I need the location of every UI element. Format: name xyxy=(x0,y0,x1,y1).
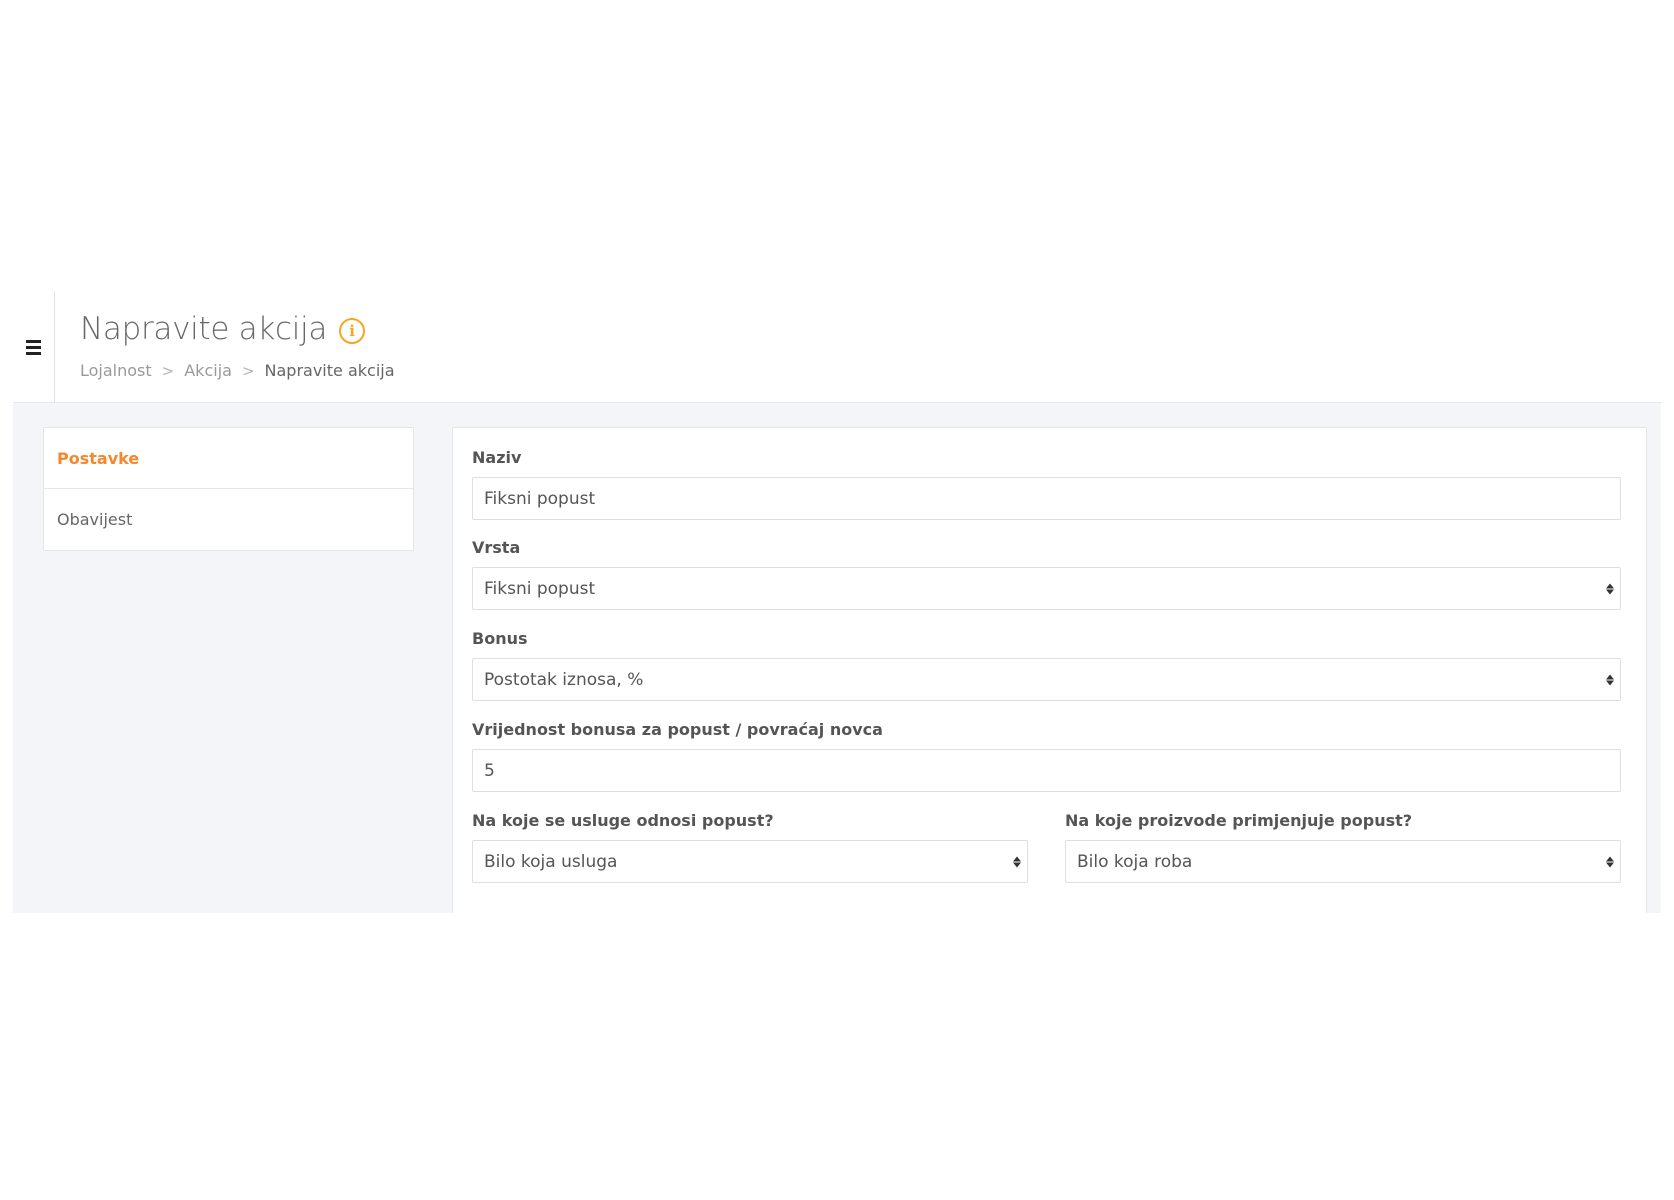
page-title: Napravite akcija xyxy=(80,311,328,347)
vrsta-value: Fiksni popust xyxy=(484,578,596,599)
hamburger-icon xyxy=(26,339,41,355)
sort-arrows-icon xyxy=(1606,674,1614,685)
usluge-select[interactable]: Bilo koja usluga xyxy=(472,840,1028,883)
menu-toggle-button[interactable] xyxy=(13,291,55,403)
proizvodi-label: Na koje proizvode primjenjuje popust? xyxy=(1065,811,1413,830)
sidebar-item-label: Postavke xyxy=(57,448,140,468)
bonus-select[interactable]: Postotak iznosa, % xyxy=(472,658,1621,701)
breadcrumb-item-lojalnost[interactable]: Lojalnost xyxy=(80,361,152,380)
proizvodi-value: Bilo koja roba xyxy=(1077,851,1193,872)
sidebar-item-label: Obavijest xyxy=(57,510,133,529)
proizvodi-field-group: Na koje proizvode primjenjuje popust? Bi… xyxy=(1065,811,1621,883)
bonus-value: Postotak iznosa, % xyxy=(484,669,644,690)
title-row: Napravite akcija i xyxy=(80,311,366,347)
breadcrumb-item-current: Napravite akcija xyxy=(264,361,395,380)
promotion-form: Naziv Fiksni popust Vrsta Fiksni popust … xyxy=(452,427,1647,913)
vrsta-field-group: Vrsta Fiksni popust xyxy=(472,538,1621,610)
sort-arrows-icon xyxy=(1606,856,1614,867)
sidebar-item-obavijest[interactable]: Obavijest xyxy=(44,489,413,550)
sort-arrows-icon xyxy=(1606,583,1614,594)
naziv-field-group: Naziv Fiksni popust xyxy=(472,448,1621,520)
info-icon[interactable]: i xyxy=(339,318,366,344)
vrijednost-input[interactable]: 5 xyxy=(472,749,1621,792)
naziv-label: Naziv xyxy=(472,448,522,467)
app-container: Napravite akcija i Lojalnost > Akcija > … xyxy=(13,291,1661,913)
proizvodi-select[interactable]: Bilo koja roba xyxy=(1065,840,1621,883)
bonus-field-group: Bonus Postotak iznosa, % xyxy=(472,629,1621,701)
page-header: Napravite akcija i Lojalnost > Akcija > … xyxy=(13,291,1661,403)
vrijednost-field-group: Vrijednost bonusa za popust / povraćaj n… xyxy=(472,720,1621,792)
usluge-field-group: Na koje se usluge odnosi popust? Bilo ko… xyxy=(472,811,1028,883)
settings-sidebar: Postavke Obavijest xyxy=(43,427,414,551)
usluge-label: Na koje se usluge odnosi popust? xyxy=(472,811,774,830)
vrijednost-value: 5 xyxy=(484,760,495,781)
sidebar-item-postavke[interactable]: Postavke xyxy=(44,428,413,489)
sort-arrows-icon xyxy=(1013,856,1021,867)
breadcrumb: Lojalnost > Akcija > Napravite akcija xyxy=(80,361,395,380)
vrijednost-label: Vrijednost bonusa za popust / povraćaj n… xyxy=(472,720,883,739)
vrsta-label: Vrsta xyxy=(472,538,521,557)
usluge-value: Bilo koja usluga xyxy=(484,851,618,872)
naziv-value: Fiksni popust xyxy=(484,488,596,509)
naziv-input[interactable]: Fiksni popust xyxy=(472,477,1621,520)
breadcrumb-separator: > xyxy=(241,361,255,380)
bonus-label: Bonus xyxy=(472,629,528,648)
breadcrumb-item-akcija[interactable]: Akcija xyxy=(184,361,232,380)
vrsta-select[interactable]: Fiksni popust xyxy=(472,567,1621,610)
breadcrumb-separator: > xyxy=(161,361,175,380)
